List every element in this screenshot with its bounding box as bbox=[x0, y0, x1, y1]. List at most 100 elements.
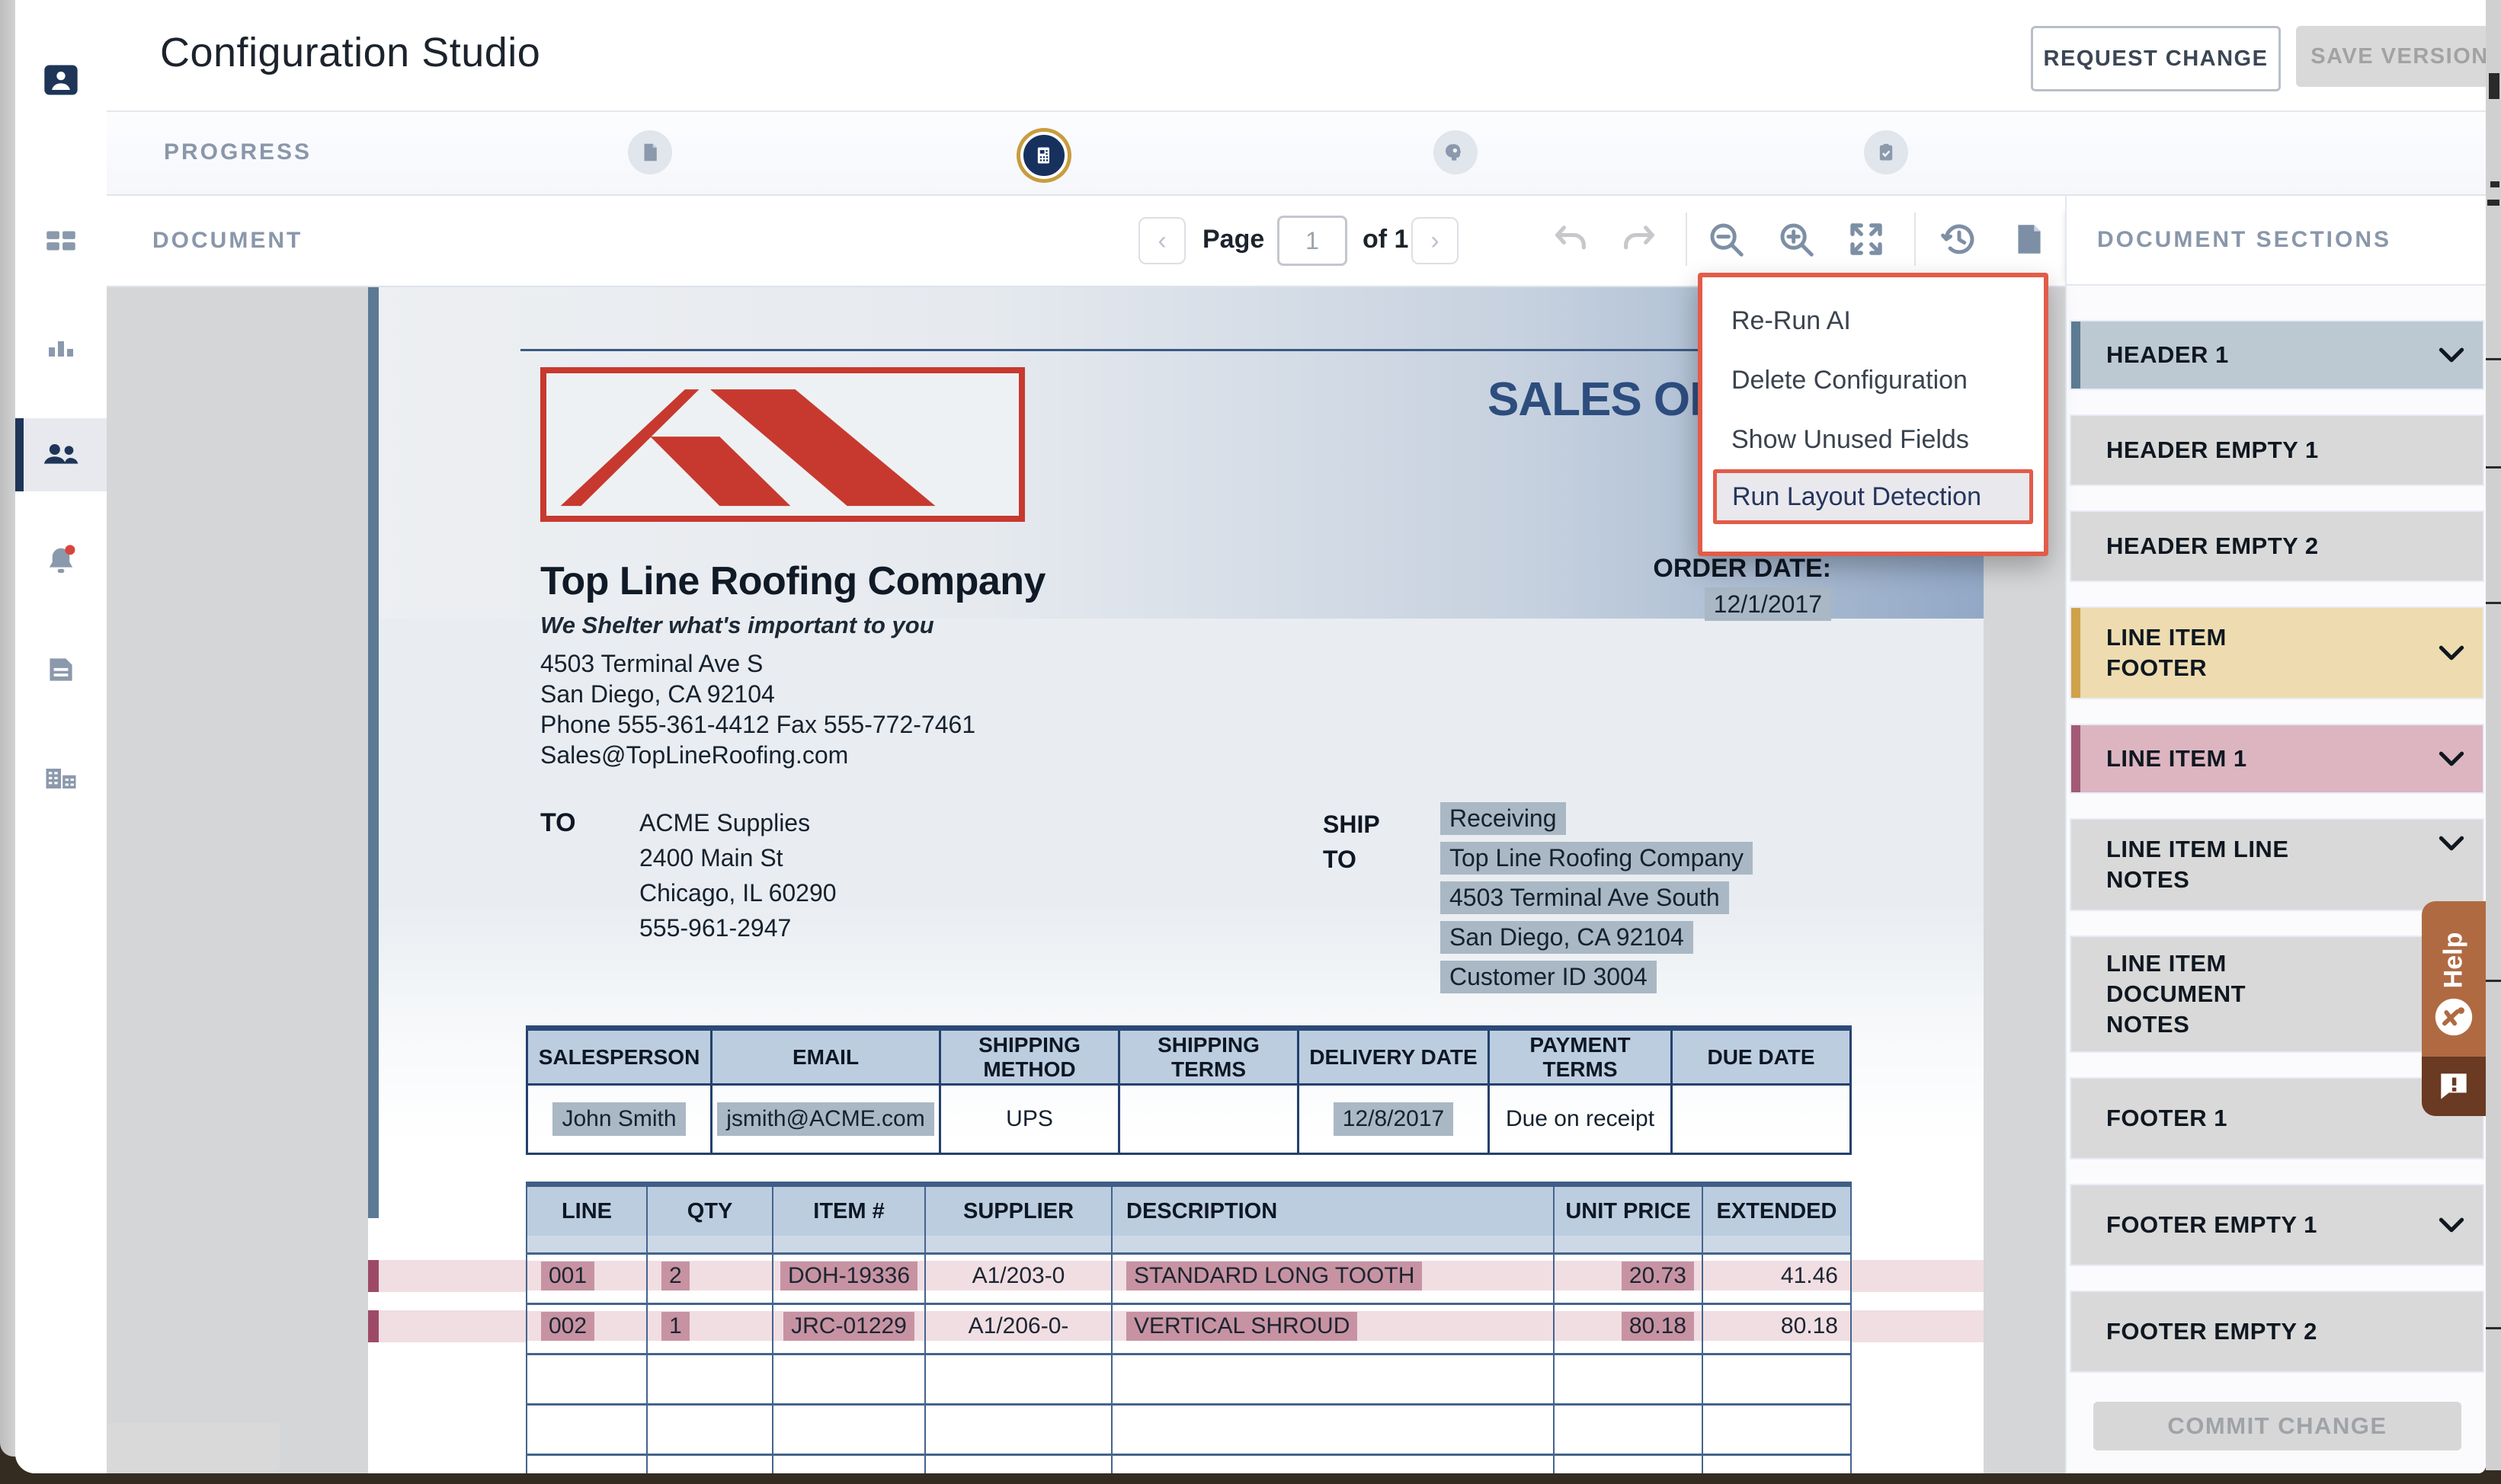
help-label: Help bbox=[2439, 932, 2469, 989]
top-header: Configuration Studio REQUEST CHANGE SAVE… bbox=[107, 0, 2486, 112]
document-icon[interactable] bbox=[15, 648, 107, 691]
help-dock: Help bbox=[2422, 901, 2486, 1116]
column-header: EXTENDED bbox=[1703, 1187, 1852, 1236]
line-item-edge-marker bbox=[368, 1310, 379, 1342]
table-cell: 2 bbox=[648, 1255, 773, 1305]
bar-chart-icon[interactable] bbox=[15, 326, 107, 369]
table-cell: 20.73 bbox=[1555, 1255, 1703, 1305]
chevron-down-icon[interactable] bbox=[2439, 644, 2464, 661]
section-line-item-1[interactable]: LINE ITEM 1 bbox=[2071, 725, 2483, 792]
line-item-row-band bbox=[379, 1260, 526, 1292]
table-cell: 1 bbox=[648, 1305, 773, 1355]
ship-to-block: Receiving Top Line Roofing Company 4503 … bbox=[1440, 802, 1753, 1000]
menu-item-delete-configuration[interactable]: Delete Configuration bbox=[1702, 350, 2044, 410]
step-configuration-icon[interactable] bbox=[1020, 132, 1068, 179]
sections-title: DOCUMENT SECTIONS bbox=[2097, 227, 2391, 253]
line-item-edge-marker bbox=[368, 1260, 379, 1292]
zoom-out-icon[interactable] bbox=[1701, 214, 1751, 264]
page-number-input[interactable] bbox=[1277, 216, 1347, 266]
table-cell bbox=[526, 1456, 648, 1473]
table-cell bbox=[526, 1406, 648, 1456]
step-validation-icon[interactable] bbox=[1864, 130, 1908, 174]
company-logo bbox=[540, 367, 1025, 522]
line-item-row-band bbox=[379, 1310, 526, 1342]
account-badge-icon[interactable] bbox=[15, 59, 107, 101]
zoom-in-icon[interactable] bbox=[1771, 214, 1821, 264]
screen: Configuration Studio REQUEST CHANGE SAVE… bbox=[0, 0, 2501, 1484]
horizontal-scrollbar-thumb[interactable] bbox=[107, 1423, 280, 1470]
line-items-table: LINE QTY ITEM # SUPPLIER DESCRIPTION UNI… bbox=[526, 1182, 1852, 1473]
section-footer-empty-2[interactable]: FOOTER EMPTY 2 bbox=[2071, 1292, 2483, 1371]
table-cell: 41.46 bbox=[1703, 1255, 1852, 1305]
table-cell: John Smith bbox=[526, 1086, 713, 1155]
page-edge-marker bbox=[368, 287, 379, 1218]
document-panel-label: DOCUMENT bbox=[152, 228, 303, 254]
page-icon[interactable] bbox=[2004, 214, 2054, 264]
feedback-bubble-icon bbox=[2435, 1067, 2473, 1105]
resource-center-icon bbox=[2432, 995, 2476, 1039]
chevron-down-icon[interactable] bbox=[2439, 347, 2464, 363]
request-change-button[interactable]: REQUEST CHANGE bbox=[2031, 26, 2281, 91]
save-version-button[interactable]: SAVE VERSION bbox=[2296, 26, 2486, 87]
gear-dropdown-menu: Re-Run AI Delete Configuration Show Unus… bbox=[1698, 273, 2048, 556]
menu-item-run-layout-detection[interactable]: Run Layout Detection bbox=[1713, 469, 2033, 524]
section-header-1[interactable]: HEADER 1 bbox=[2071, 321, 2483, 389]
column-header: SUPPLIER bbox=[926, 1187, 1113, 1236]
page-next-button[interactable]: › bbox=[1411, 217, 1459, 264]
dashboard-grid-icon[interactable] bbox=[15, 219, 107, 262]
section-line-item-footer[interactable]: LINE ITEM FOOTER bbox=[2071, 608, 2483, 698]
table-cell: 12/8/2017 bbox=[1299, 1086, 1490, 1155]
page-count-label: of 1 bbox=[1363, 225, 1408, 254]
chevron-down-icon[interactable] bbox=[2439, 835, 2464, 852]
table-cell: DOH-19336 bbox=[773, 1255, 926, 1305]
table-cell: A1/203-0 bbox=[926, 1255, 1113, 1305]
help-tab[interactable]: Help bbox=[2422, 901, 2486, 1057]
step-documents-icon[interactable] bbox=[628, 130, 672, 174]
undo-icon[interactable] bbox=[1545, 214, 1596, 264]
column-header: DUE DATE bbox=[1673, 1031, 1852, 1086]
chevron-down-icon[interactable] bbox=[2439, 750, 2464, 767]
feedback-tab[interactable] bbox=[2422, 1057, 2486, 1116]
toolbar-divider bbox=[1914, 213, 1916, 266]
ship-to-label: SHIP TO bbox=[1323, 807, 1380, 877]
chevron-down-icon[interactable] bbox=[2439, 1217, 2464, 1233]
section-header-empty-1[interactable]: HEADER EMPTY 1 bbox=[2071, 416, 2483, 485]
table-cell: jsmith@ACME.com bbox=[713, 1086, 941, 1155]
building-icon[interactable] bbox=[15, 757, 107, 800]
fullscreen-icon[interactable] bbox=[1841, 214, 1891, 264]
commit-change-button[interactable]: COMMIT CHANGE bbox=[2093, 1402, 2461, 1450]
step-business-logic-icon[interactable] bbox=[1433, 130, 1478, 174]
table-cell: 002 bbox=[526, 1305, 648, 1355]
company-name: Top Line Roofing Company bbox=[540, 558, 1046, 604]
menu-item-rerun-ai[interactable]: Re-Run AI bbox=[1702, 291, 2044, 350]
order-date-value: 12/1/2017 bbox=[1511, 590, 1831, 619]
section-line-item-line-notes[interactable]: LINE ITEM LINE NOTES bbox=[2071, 820, 2483, 910]
column-header: LINE bbox=[526, 1187, 648, 1236]
column-header: UNIT PRICE bbox=[1555, 1187, 1703, 1236]
table-cell: 001 bbox=[526, 1255, 648, 1305]
progress-label: PROGRESS bbox=[164, 139, 312, 165]
section-color-bar bbox=[2071, 608, 2080, 698]
people-icon[interactable] bbox=[15, 433, 107, 476]
progress-bar: PROGRESS Documents Configuration Busines… bbox=[107, 112, 2486, 196]
history-icon[interactable] bbox=[1934, 214, 1984, 264]
redo-icon[interactable] bbox=[1614, 214, 1664, 264]
section-header-empty-2[interactable]: HEADER EMPTY 2 bbox=[2071, 512, 2483, 580]
section-color-bar bbox=[2071, 321, 2080, 389]
menu-item-show-unused-fields[interactable]: Show Unused Fields bbox=[1702, 410, 2044, 469]
bell-notification-icon[interactable] bbox=[15, 540, 107, 583]
line-item-row-band bbox=[1852, 1260, 1984, 1292]
section-footer-1[interactable]: FOOTER 1 bbox=[2071, 1079, 2483, 1158]
table-cell bbox=[1120, 1086, 1299, 1155]
section-line-item-document-notes[interactable]: LINE ITEM DOCUMENT NOTES bbox=[2071, 937, 2483, 1051]
column-header: DELIVERY DATE bbox=[1299, 1031, 1490, 1086]
column-header: QTY bbox=[648, 1187, 773, 1236]
section-color-bar bbox=[2071, 725, 2080, 792]
table-cell: 80.18 bbox=[1703, 1305, 1852, 1355]
section-footer-empty-1[interactable]: FOOTER EMPTY 1 bbox=[2071, 1185, 2483, 1265]
table-cell: 80.18 bbox=[1555, 1305, 1703, 1355]
page-prev-button[interactable]: ‹ bbox=[1138, 217, 1186, 264]
column-header: ITEM # bbox=[773, 1187, 926, 1236]
app-window: Configuration Studio REQUEST CHANGE SAVE… bbox=[15, 0, 2486, 1473]
table-cell: STANDARD LONG TOOTH bbox=[1113, 1255, 1555, 1305]
